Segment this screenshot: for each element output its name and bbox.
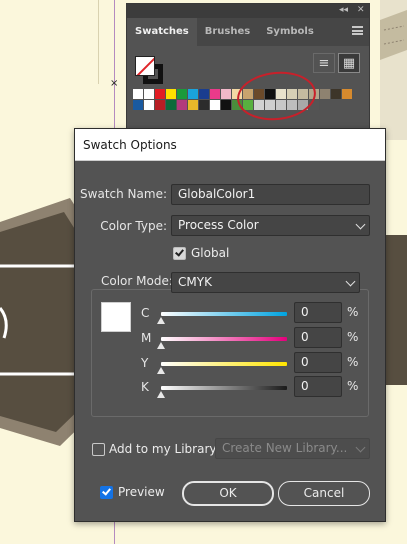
add-to-library-checkbox[interactable] bbox=[92, 443, 105, 456]
tab-symbols[interactable]: Symbols bbox=[258, 18, 322, 46]
swatch-cell[interactable] bbox=[177, 100, 187, 110]
global-checkbox[interactable] bbox=[173, 247, 186, 260]
swatch-cell[interactable] bbox=[331, 89, 341, 99]
color-type-value: Process Color bbox=[178, 218, 259, 232]
artboard-guide-line bbox=[98, 0, 99, 84]
list-view-icon: ≡ bbox=[318, 55, 330, 71]
swatch-name-input[interactable]: GlobalColor1 bbox=[171, 184, 370, 205]
panel-title-strip[interactable]: ◂◂ ✕ bbox=[127, 4, 369, 18]
fill-none-swatch[interactable] bbox=[135, 56, 155, 76]
color-mode-value: CMYK bbox=[178, 275, 212, 289]
dialog-title[interactable]: Swatch Options bbox=[75, 129, 385, 161]
swatch-cell[interactable] bbox=[144, 89, 154, 99]
yellow-value-input[interactable]: 0 bbox=[294, 352, 342, 373]
yellow-percent-unit: % bbox=[347, 355, 359, 369]
yellow-slider-track[interactable] bbox=[161, 362, 287, 366]
color-preview-swatch bbox=[101, 302, 131, 332]
black-channel-label: K bbox=[141, 380, 149, 394]
artwork-shape-top-right[interactable] bbox=[380, 0, 407, 140]
swatch-cell[interactable] bbox=[177, 89, 187, 99]
black-slider-thumb[interactable] bbox=[157, 391, 165, 398]
swatch-cell[interactable] bbox=[133, 89, 143, 99]
checkmark-icon bbox=[102, 486, 111, 496]
swatch-cell[interactable] bbox=[342, 89, 352, 99]
artwork-shape-right[interactable] bbox=[384, 235, 407, 385]
magenta-slider-track[interactable] bbox=[161, 337, 287, 341]
swatch-cell[interactable] bbox=[320, 100, 330, 110]
cyan-slider-track[interactable] bbox=[161, 312, 287, 316]
artboard-origin-mark: × bbox=[110, 78, 119, 89]
color-mode-select[interactable]: CMYK bbox=[171, 272, 360, 293]
black-slider-track[interactable] bbox=[161, 386, 287, 390]
swatch-cell[interactable] bbox=[320, 89, 330, 99]
swatch-cell[interactable] bbox=[188, 89, 198, 99]
panel-tab-bar: Swatches Brushes Symbols bbox=[127, 18, 369, 46]
swatch-cell[interactable] bbox=[188, 100, 198, 110]
black-percent-unit: % bbox=[347, 379, 359, 393]
color-type-label: Color Type: bbox=[100, 219, 167, 233]
cyan-percent-unit: % bbox=[347, 305, 359, 319]
swatch-cell[interactable] bbox=[155, 89, 165, 99]
chevron-down-icon bbox=[345, 276, 356, 287]
grid-view-button[interactable]: ▦ bbox=[338, 53, 360, 73]
magenta-percent-unit: % bbox=[347, 330, 359, 344]
list-view-button[interactable]: ≡ bbox=[313, 53, 335, 73]
swatch-options-dialog: Swatch Options Swatch Name: GlobalColor1… bbox=[74, 128, 386, 522]
swatch-cell[interactable] bbox=[210, 100, 220, 110]
grid-view-icon: ▦ bbox=[342, 55, 356, 71]
swatch-cell[interactable] bbox=[221, 89, 231, 99]
swatch-cell[interactable] bbox=[199, 89, 209, 99]
ok-button[interactable]: OK bbox=[182, 481, 274, 506]
add-to-library-label: Add to my Library bbox=[109, 442, 217, 456]
close-panel-icon[interactable]: ✕ bbox=[357, 5, 365, 15]
cyan-value-input[interactable]: 0 bbox=[294, 302, 342, 323]
tab-brushes[interactable]: Brushes bbox=[197, 18, 258, 46]
magenta-value-input[interactable]: 0 bbox=[294, 327, 342, 348]
cyan-channel-label: C bbox=[141, 306, 150, 320]
chevron-down-icon bbox=[355, 442, 366, 453]
fill-stroke-indicator[interactable] bbox=[135, 56, 163, 84]
preview-checkbox[interactable] bbox=[100, 486, 113, 499]
swatch-cell[interactable] bbox=[133, 100, 143, 110]
yellow-slider-thumb[interactable] bbox=[157, 367, 165, 374]
panel-menu-icon[interactable] bbox=[352, 26, 363, 35]
global-label: Global bbox=[191, 246, 230, 260]
swatch-cell[interactable] bbox=[144, 100, 154, 110]
swatch-name-label: Swatch Name: bbox=[80, 187, 167, 201]
library-select-value: Create New Library... bbox=[222, 441, 348, 455]
swatch-cell[interactable] bbox=[199, 100, 209, 110]
swatches-panel: ◂◂ ✕ Swatches Brushes Symbols ≡ ▦ bbox=[126, 3, 370, 138]
swatch-cell[interactable] bbox=[166, 89, 176, 99]
swatch-cell[interactable] bbox=[155, 100, 165, 110]
swatch-cell[interactable] bbox=[331, 100, 341, 110]
swatch-cell[interactable] bbox=[210, 89, 220, 99]
black-value-input[interactable]: 0 bbox=[294, 376, 342, 397]
checkmark-icon bbox=[175, 247, 184, 257]
magenta-slider-thumb[interactable] bbox=[157, 342, 165, 349]
tab-swatches[interactable]: Swatches bbox=[127, 18, 197, 46]
library-select: Create New Library... bbox=[215, 438, 370, 459]
cancel-button[interactable]: Cancel bbox=[278, 481, 370, 506]
preview-label: Preview bbox=[118, 485, 165, 499]
chevron-down-icon bbox=[355, 219, 366, 230]
swatch-cell[interactable] bbox=[221, 100, 231, 110]
color-mode-label: Color Mode: bbox=[97, 274, 177, 288]
yellow-channel-label: Y bbox=[141, 356, 149, 370]
magenta-channel-label: M bbox=[141, 331, 152, 345]
collapse-panel-icon[interactable]: ◂◂ bbox=[339, 5, 348, 15]
swatch-cell[interactable] bbox=[166, 100, 176, 110]
cyan-slider-thumb[interactable] bbox=[157, 317, 165, 324]
color-type-select[interactable]: Process Color bbox=[171, 215, 370, 236]
swatch-cell[interactable] bbox=[342, 100, 352, 110]
